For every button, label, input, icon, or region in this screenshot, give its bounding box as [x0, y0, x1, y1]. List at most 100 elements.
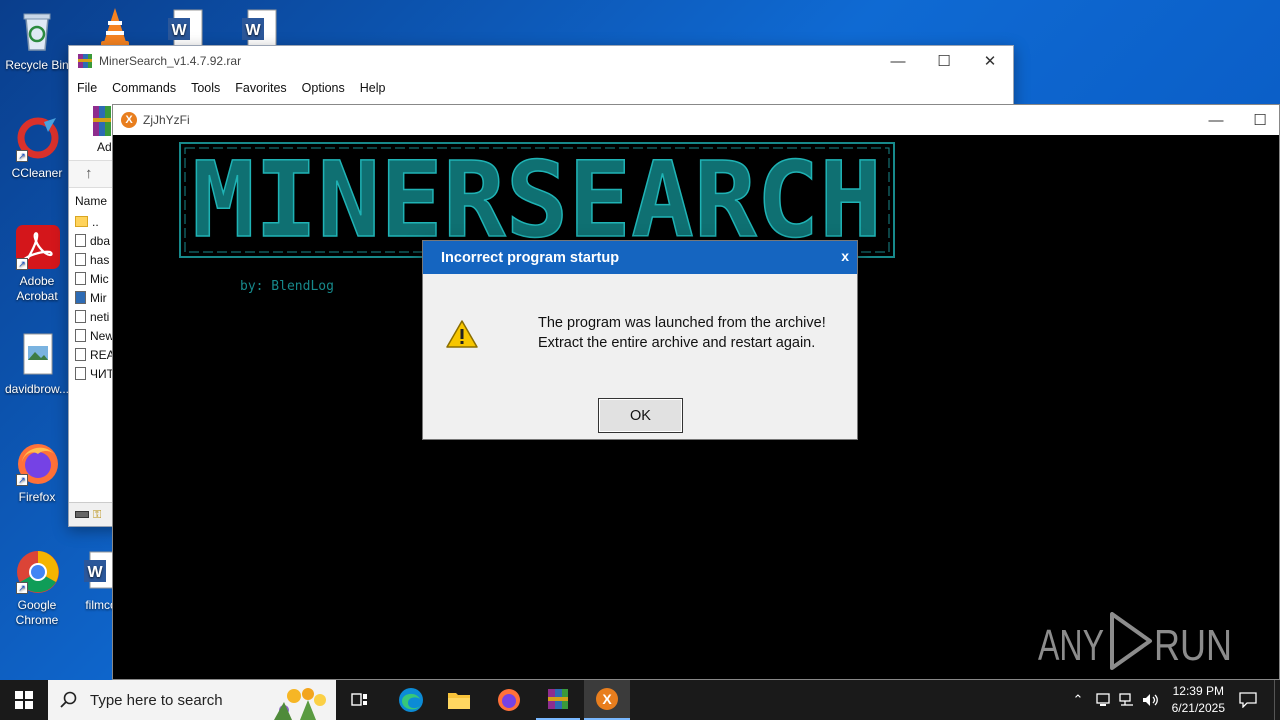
- desktop-icon-adobe-acrobat[interactable]: ↗ Adobe Acrobat: [0, 224, 74, 304]
- svg-text:W: W: [87, 564, 103, 581]
- notifications-button[interactable]: [1228, 680, 1268, 720]
- warning-icon: [445, 319, 479, 349]
- file-icon: [75, 272, 86, 285]
- clock-date: 6/21/2025: [1171, 701, 1225, 715]
- network-icon[interactable]: [1116, 680, 1138, 720]
- search-highlight-flowers-icon: [274, 688, 326, 720]
- list-item[interactable]: ЧИТ: [75, 364, 113, 383]
- volume-icon[interactable]: [1140, 680, 1162, 720]
- winrar-statusbar: ⚿: [69, 502, 113, 526]
- desktop-icon-ccleaner[interactable]: ↗ CCleaner: [0, 116, 74, 181]
- taskbar-winrar[interactable]: [536, 680, 580, 720]
- taskbar-clock[interactable]: 12:39 PM 6/21/2025: [1172, 683, 1225, 717]
- add-button-label: Ad: [97, 140, 112, 154]
- search-placeholder: Type here to search: [90, 691, 223, 709]
- app-icon: X: [121, 112, 137, 128]
- close-button[interactable]: ✕: [967, 46, 1013, 76]
- taskbar-file-explorer[interactable]: [438, 680, 480, 720]
- up-arrow-icon[interactable]: ↑: [85, 165, 93, 182]
- adobe-acrobat-icon: ↗: [14, 224, 60, 270]
- key-icon: ⚿: [93, 509, 102, 521]
- shortcut-arrow-icon: ↗: [16, 258, 28, 270]
- file-icon: [75, 253, 86, 266]
- menu-favorites[interactable]: Favorites: [235, 81, 286, 95]
- menu-file[interactable]: File: [77, 81, 97, 95]
- desktop-icon-label: Recycle Bin: [5, 58, 69, 72]
- list-item[interactable]: Mic: [75, 269, 113, 288]
- image-file-icon: [14, 332, 60, 378]
- list-item[interactable]: REA: [75, 345, 113, 364]
- taskbar-edge[interactable]: [390, 680, 432, 720]
- menu-tools[interactable]: Tools: [191, 81, 220, 95]
- task-view-button[interactable]: [340, 680, 380, 720]
- show-hidden-icons-button[interactable]: ⌃: [1068, 680, 1088, 720]
- menu-options[interactable]: Options: [302, 81, 345, 95]
- app-icon: X: [596, 688, 618, 710]
- desktop-icon-label: Google Chrome: [15, 598, 59, 627]
- winrar-menubar: File Commands Tools Favorites Options He…: [69, 76, 1013, 100]
- banner-byline: by: BlendLog: [240, 279, 334, 294]
- menu-help[interactable]: Help: [360, 81, 386, 95]
- ok-button[interactable]: OK: [598, 398, 683, 433]
- file-icon: [75, 329, 86, 342]
- show-desktop-button[interactable]: [1274, 680, 1280, 720]
- list-item[interactable]: New: [75, 326, 113, 345]
- winrar-app-icon: [78, 54, 92, 68]
- winrar-file-list: Name .. dba has Mic Mir neti New REA ЧИТ: [75, 194, 113, 383]
- desktop-icon-label: davidbrow...: [4, 382, 70, 396]
- winrar-titlebar[interactable]: MinerSearch_v1.4.7.92.rar — ☐ ✕: [69, 46, 1013, 76]
- notification-icon: [1239, 692, 1257, 708]
- taskbar-active-app[interactable]: X: [584, 680, 630, 720]
- windows-logo-icon: [15, 691, 33, 709]
- desktop-icon-recycle-bin[interactable]: Recycle Bin: [0, 8, 74, 73]
- folder-icon: [75, 216, 88, 227]
- error-dialog[interactable]: Incorrect program startup x The program …: [422, 240, 858, 440]
- list-item[interactable]: Mir: [75, 288, 113, 307]
- menu-commands[interactable]: Commands: [112, 81, 176, 95]
- console-titlebar[interactable]: X ZjJhYzFi — ☐: [113, 105, 1279, 135]
- desktop-icon-label: Adobe Acrobat: [16, 274, 58, 303]
- desktop-icon-google-chrome[interactable]: ↗ Google Chrome: [0, 548, 74, 628]
- taskbar: Type here to search X ⌃ 12:39 PM 6/21/20…: [0, 680, 1280, 720]
- dialog-message: The program was launched from the archiv…: [538, 313, 826, 353]
- taskbar-search-box[interactable]: Type here to search: [48, 680, 336, 720]
- text-file-icon: [75, 367, 86, 380]
- console-window-title: ZjJhYzFi: [143, 113, 190, 127]
- clock-time: 12:39 PM: [1172, 684, 1224, 698]
- column-header-name[interactable]: Name: [75, 194, 113, 212]
- minimize-button[interactable]: —: [875, 46, 921, 76]
- firefox-icon: ↗: [14, 440, 60, 486]
- taskbar-firefox[interactable]: [488, 680, 530, 720]
- desktop-icon-label: CCleaner: [11, 166, 63, 180]
- winrar-window-title: MinerSearch_v1.4.7.92.rar: [99, 54, 242, 68]
- desktop-icon-firefox[interactable]: ↗ Firefox: [0, 440, 74, 505]
- add-button[interactable]: [91, 104, 113, 141]
- recycle-bin-icon: [14, 8, 60, 54]
- list-item[interactable]: ..: [75, 212, 113, 231]
- svg-text:W: W: [245, 22, 261, 39]
- minimize-button[interactable]: —: [1193, 105, 1239, 135]
- maximize-button[interactable]: ☐: [921, 46, 967, 76]
- shortcut-arrow-icon: ↗: [16, 582, 28, 594]
- winrar-toolbar: Ad: [69, 100, 113, 160]
- winrar-navbar: ↑: [69, 160, 113, 188]
- maximize-button[interactable]: ☐: [1237, 105, 1280, 135]
- search-icon: [60, 691, 77, 708]
- books-add-icon: [93, 106, 111, 136]
- ccleaner-icon: ↗: [14, 116, 60, 162]
- watermark-left: ANY: [1038, 621, 1104, 670]
- start-button[interactable]: [0, 680, 48, 720]
- list-item[interactable]: has: [75, 250, 113, 269]
- list-item[interactable]: neti: [75, 307, 113, 326]
- desktop-icon-image-file[interactable]: davidbrow...: [0, 332, 74, 397]
- desktop-icon-label: Firefox: [18, 490, 56, 504]
- dialog-message-line2: Extract the entire archive and restart a…: [538, 335, 816, 351]
- dialog-close-button[interactable]: x: [841, 248, 849, 264]
- tray-device-icon[interactable]: [1092, 680, 1114, 720]
- dialog-titlebar[interactable]: Incorrect program startup x: [423, 241, 857, 274]
- shortcut-arrow-icon: ↗: [16, 474, 28, 486]
- list-item[interactable]: dba: [75, 231, 113, 250]
- vlc-cone-icon: [92, 4, 138, 50]
- winrar-icon: [548, 689, 568, 709]
- svg-text:W: W: [171, 22, 187, 39]
